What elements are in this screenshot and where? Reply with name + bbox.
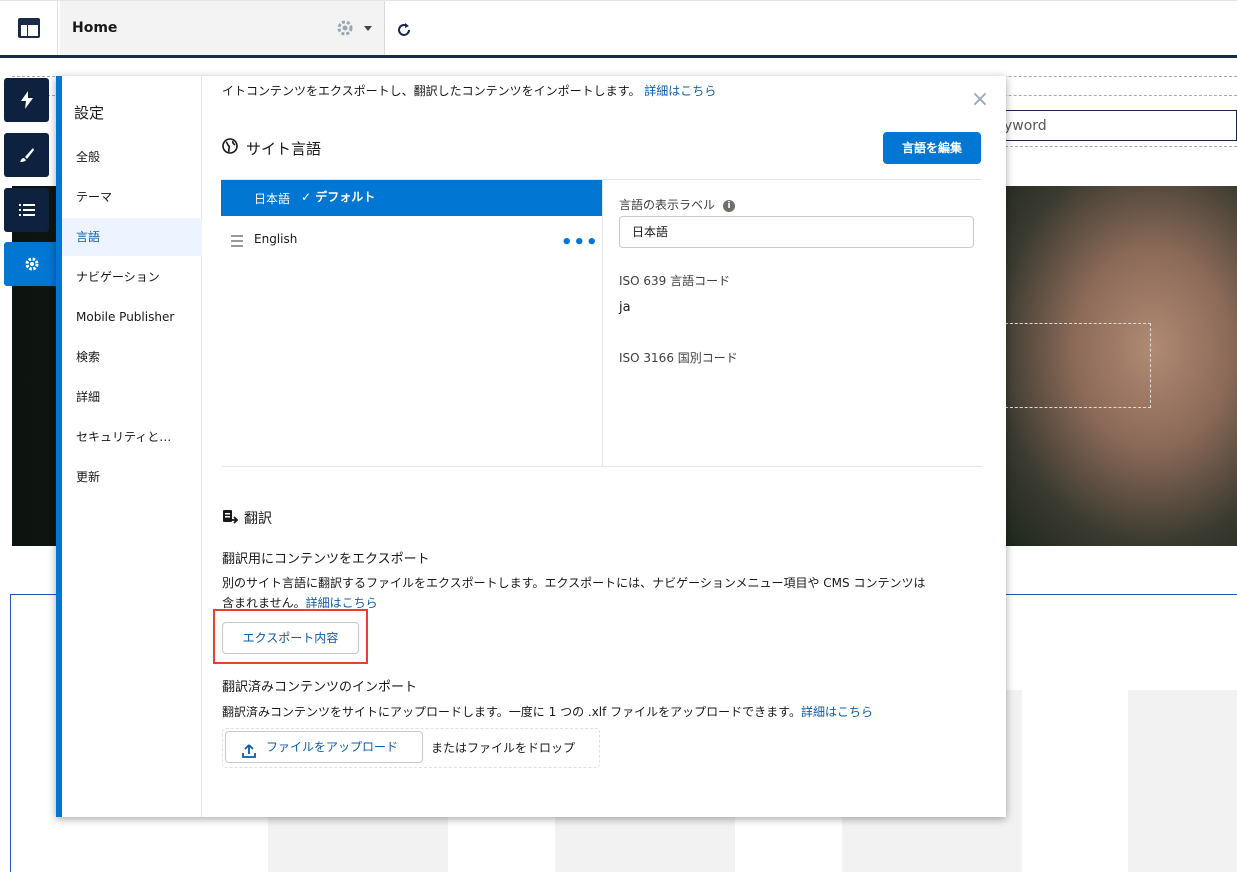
lightning-icon [20, 91, 33, 109]
settings-nav-item-active[interactable]: 言語 [62, 218, 202, 256]
components-button[interactable] [4, 78, 49, 122]
page-structure-button[interactable] [4, 188, 49, 232]
iso3166-title: ISO 3166 国別コード [619, 351, 738, 365]
panel-toggle-icon[interactable] [0, 1, 58, 55]
import-learn-more-link[interactable]: 詳細はこちら [801, 705, 873, 719]
settings-nav-item[interactable]: 詳細 [62, 378, 202, 416]
import-description: 翻訳済みコンテンツをサイトにアップロードします。一度に 1 つの .xlf ファ… [222, 702, 873, 722]
canvas-search-input: yword [995, 110, 1237, 141]
upload-icon [242, 739, 256, 769]
settings-nav-item[interactable]: 検索 [62, 338, 202, 376]
language-list: 日本語 ✓ デフォルト English ••• [221, 180, 603, 466]
info-icon[interactable]: i [723, 199, 736, 212]
refresh-icon[interactable] [395, 21, 413, 43]
site-language-title: サイト言語 [246, 140, 322, 158]
export-description: 別のサイト言語に翻訳するファイルをエクスポートします。エクスポートには、ナビゲー… [222, 573, 982, 613]
upload-file-button[interactable]: ファイルをアップロード [225, 731, 423, 763]
display-label-title-text: 言語の表示ラベル [619, 198, 716, 212]
canvas-hero-placeholder [1000, 323, 1151, 408]
globe-icon [222, 138, 238, 158]
export-content-button[interactable]: エクスポート内容 [222, 622, 359, 654]
settings-panel: 設定 全般 テーマ 言語 ナビゲーション Mobile Publisher 検索… [56, 76, 1006, 817]
intro-text-body: イトコンテンツをエクスポートし、翻訳したコンテンツをインポートします。 [222, 84, 641, 98]
settings-nav-item[interactable]: ナビゲーション [62, 258, 202, 296]
settings-nav: 設定 全般 テーマ 言語 ナビゲーション Mobile Publisher 検索… [62, 76, 202, 817]
chevron-down-icon[interactable] [364, 26, 372, 31]
top-bar: Home [0, 0, 1237, 58]
theme-button[interactable] [4, 133, 49, 177]
settings-nav-item[interactable]: セキュリティと… [62, 418, 202, 456]
import-title: 翻訳済みコンテンツのインポート [222, 680, 418, 695]
upload-file-label: ファイルをアップロード [266, 740, 399, 754]
translation-title: 翻訳 [244, 511, 272, 527]
export-learn-more-link[interactable]: 詳細はこちら [306, 596, 378, 610]
page-selector[interactable]: Home [60, 1, 385, 55]
gear-icon [25, 257, 39, 271]
drop-files-text: またはファイルをドロップ [431, 741, 576, 755]
default-badge: ✓ デフォルト [301, 190, 376, 204]
edit-languages-button[interactable]: 言語を編集 [883, 132, 981, 164]
settings-nav-item[interactable]: 全般 [62, 138, 202, 176]
canvas-divider [995, 146, 1237, 166]
settings-title: 設定 [74, 104, 105, 122]
more-actions-icon[interactable]: ••• [561, 232, 599, 253]
settings-nav-item[interactable]: 更新 [62, 458, 202, 496]
canvas-search-text: yword [1004, 118, 1047, 134]
translation-icon [222, 509, 239, 529]
iso639-value: ja [619, 300, 631, 315]
drag-handle-icon[interactable] [231, 235, 243, 250]
close-icon[interactable]: × [970, 89, 990, 111]
language-row-selected[interactable]: 日本語 ✓ デフォルト [221, 180, 602, 216]
language-label: English [254, 232, 298, 246]
export-desc-line2: 含まれません。 [222, 596, 306, 610]
iso639-title: ISO 639 言語コード [619, 274, 731, 288]
intro-text: イトコンテンツをエクスポートし、翻訳したコンテンツをインポートします。 詳細はこ… [222, 82, 716, 99]
export-desc-line1: 別のサイト言語に翻訳するファイルをエクスポートします。エクスポートには、ナビゲー… [222, 576, 926, 590]
canvas-card [1128, 690, 1237, 872]
display-label-title: 言語の表示ラベル i [619, 196, 736, 213]
settings-button[interactable] [4, 242, 60, 286]
page-selector-label: Home [72, 20, 118, 36]
export-title: 翻訳用にコンテンツをエクスポート [222, 552, 430, 567]
page-settings-gear-icon[interactable] [336, 19, 354, 41]
intro-learn-more-link[interactable]: 詳細はこちら [644, 84, 716, 98]
settings-nav-item[interactable]: Mobile Publisher [62, 298, 202, 336]
divider [222, 466, 982, 467]
display-label-input[interactable]: 日本語 [619, 216, 974, 248]
list-icon [18, 204, 35, 216]
language-label: 日本語 [254, 192, 291, 206]
language-row[interactable]: English ••• [221, 222, 602, 258]
import-desc-text: 翻訳済みコンテンツをサイトにアップロードします。一度に 1 つの .xlf ファ… [222, 705, 801, 719]
brush-icon [19, 148, 34, 162]
file-dropzone[interactable]: ファイルをアップロード またはファイルをドロップ [222, 728, 600, 768]
settings-nav-item[interactable]: テーマ [62, 178, 202, 216]
